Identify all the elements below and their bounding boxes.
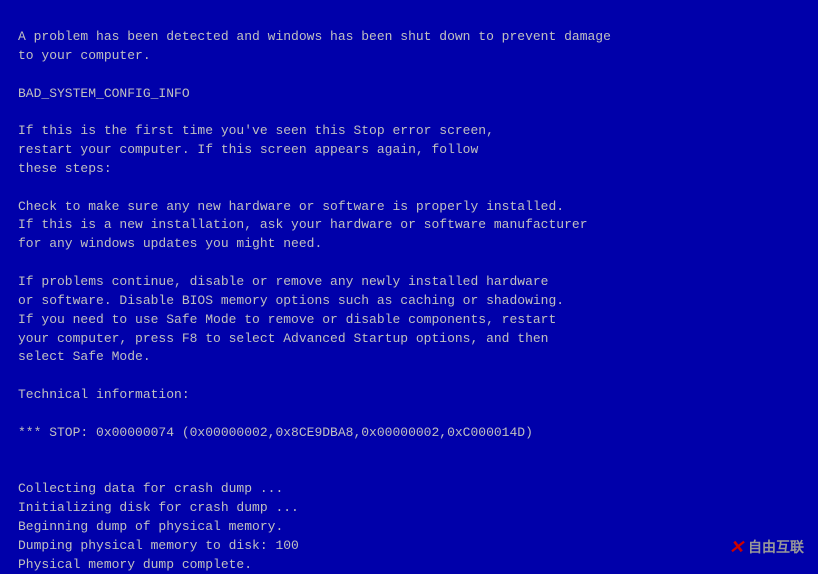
bsod-message: A problem has been detected and windows … xyxy=(18,28,788,574)
watermark-brand: 自由互联 xyxy=(748,537,804,557)
watermark: ✕ 自由互联 xyxy=(729,534,804,560)
bsod-screen: A problem has been detected and windows … xyxy=(0,0,818,574)
watermark-x-icon: ✕ xyxy=(729,534,744,560)
